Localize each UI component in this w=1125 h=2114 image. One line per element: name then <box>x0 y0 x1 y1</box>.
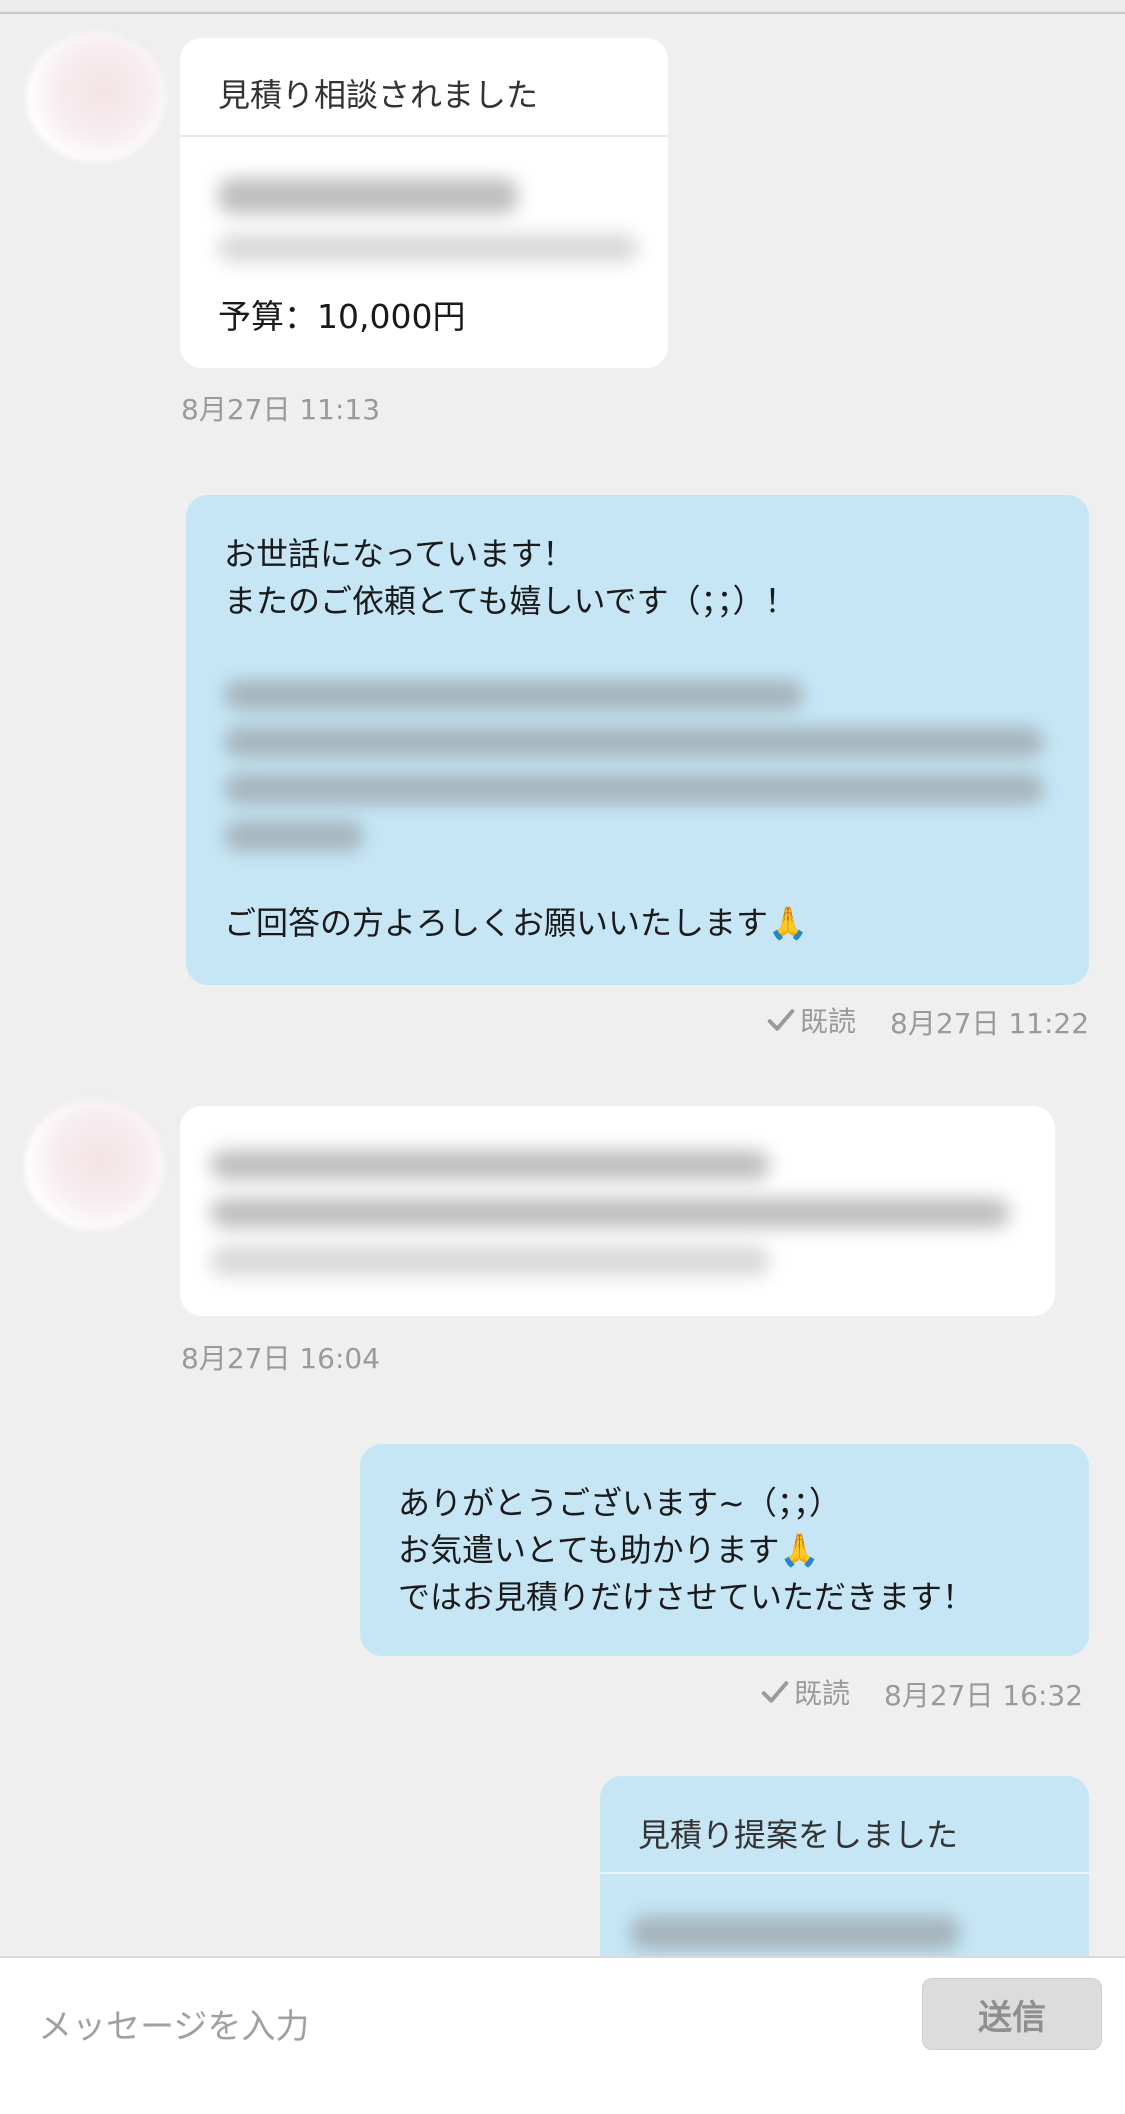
card-divider <box>600 1872 1089 1874</box>
outgoing-message[interactable]: お世話になっています！ またのご依頼とても嬉しいです（；；）！ ご回答の方よろし… <box>186 495 1089 985</box>
send-button[interactable]: 送信 <box>922 1978 1102 2050</box>
read-label: 既読 <box>800 1005 857 1038</box>
card-header: 見積り相談されました <box>218 76 539 114</box>
message-line: またのご依頼とても嬉しいです（；；）！ <box>224 582 797 620</box>
card-divider <box>180 135 668 137</box>
message-text: ありがとうございます~（；；） お気遣いとても助かります🙏 ではお見積りだけさせ… <box>398 1484 975 1616</box>
message-composer: 送信 <box>0 1956 1125 2114</box>
redacted-title <box>218 178 518 214</box>
read-receipt: 既読 <box>766 1000 856 1040</box>
read-receipt: 既読 <box>760 1672 850 1712</box>
avatar[interactable] <box>26 32 166 162</box>
redacted-text <box>210 1246 770 1276</box>
top-divider <box>0 0 1125 14</box>
check-icon <box>767 1009 795 1031</box>
redacted-text <box>210 1198 1010 1228</box>
timestamp: 8月27日 16:32 <box>884 1679 1084 1712</box>
redacted-text <box>224 774 1044 804</box>
redacted-text <box>210 1150 770 1180</box>
estimate-request-card[interactable]: 見積り相談されました 予算：10,000円 <box>180 38 668 368</box>
redacted-text <box>224 727 1044 757</box>
message-line: お世話になっています！ <box>224 535 575 573</box>
timestamp: 8月27日 11:13 <box>181 393 381 426</box>
timestamp: 8月27日 11:22 <box>890 1007 1090 1040</box>
card-header: 見積り提案をしました <box>638 1816 959 1854</box>
redacted-title <box>630 1916 960 1950</box>
redacted-text <box>224 680 804 710</box>
message-input[interactable] <box>36 1998 880 2056</box>
budget-text: 予算：10,000円 <box>218 297 466 336</box>
message-line: ご回答の方よろしくお願いいたします🙏 <box>224 904 808 942</box>
check-icon <box>761 1681 789 1703</box>
avatar[interactable] <box>24 1100 164 1230</box>
outgoing-message[interactable]: ありがとうございます~（；；） お気遣いとても助かります🙏 ではお見積りだけさせ… <box>360 1444 1089 1656</box>
redacted-text <box>224 821 364 851</box>
incoming-message[interactable] <box>180 1106 1055 1316</box>
read-label: 既読 <box>794 1677 851 1710</box>
redacted-date <box>218 234 638 262</box>
timestamp: 8月27日 16:04 <box>181 1342 381 1375</box>
